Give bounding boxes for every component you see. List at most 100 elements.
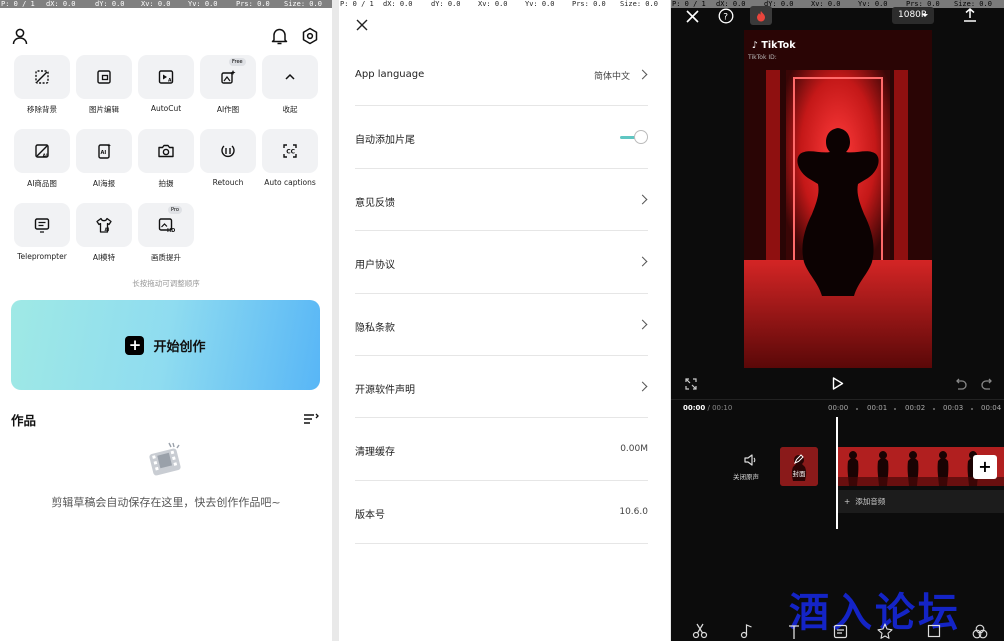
image-edit-icon bbox=[97, 70, 111, 84]
free-badge: Free bbox=[229, 58, 246, 66]
profile-icon[interactable] bbox=[10, 26, 30, 46]
chevron-right-icon bbox=[637, 381, 648, 392]
mute-original-audio-icon[interactable] bbox=[743, 452, 759, 468]
video-preview[interactable]: ♪ TikTok TikTok ID: bbox=[744, 30, 932, 368]
timeline-tick: 00:04 bbox=[981, 404, 1002, 412]
tool-retouch[interactable] bbox=[200, 129, 256, 173]
timeline-playhead[interactable] bbox=[836, 417, 838, 529]
camera-icon bbox=[158, 144, 174, 158]
effects-sparkle-icon[interactable] bbox=[876, 622, 894, 640]
svg-text:?: ? bbox=[723, 13, 728, 23]
plus-icon: + bbox=[844, 497, 851, 506]
timeline-dot bbox=[856, 408, 858, 410]
video-frame-silhouette bbox=[744, 30, 932, 368]
timeline-tick: 00:03 bbox=[943, 404, 964, 412]
timeline-dot bbox=[894, 408, 896, 410]
chevron-right-icon bbox=[637, 319, 648, 330]
tool-ai-image[interactable] bbox=[200, 55, 256, 99]
captions-icon: CC bbox=[283, 144, 297, 158]
close-editor-icon[interactable] bbox=[683, 7, 701, 25]
svg-text:AI: AI bbox=[101, 150, 107, 156]
help-icon[interactable]: ? bbox=[717, 7, 735, 25]
collapse-chevron-icon bbox=[285, 73, 295, 80]
timecode: 00:00 / 00:10 bbox=[683, 404, 733, 412]
tool-teleprompter[interactable] bbox=[14, 203, 70, 247]
add-audio-track[interactable]: + 添加音频 bbox=[838, 490, 1004, 513]
settings-screen: P: 0 / 1 dX: 0.0 dY: 0.0 Xv: 0.0 Yv: 0.0… bbox=[339, 0, 670, 641]
export-upload-icon[interactable] bbox=[961, 6, 979, 24]
chevron-right-icon bbox=[637, 69, 648, 80]
svg-text:CC: CC bbox=[286, 149, 295, 156]
sticker-icon[interactable] bbox=[831, 622, 849, 640]
ai-product-icon: AI bbox=[35, 144, 49, 159]
toggle-switch-knob[interactable] bbox=[634, 130, 648, 144]
reorder-hint: 长按拖动可调整顺序 bbox=[132, 279, 200, 288]
add-audio-label: 添加音频 bbox=[855, 497, 886, 506]
fire-effect-icon[interactable] bbox=[750, 6, 772, 25]
autocut-icon: AI bbox=[158, 70, 173, 84]
cover-thumbnail[interactable]: 封面 bbox=[780, 447, 818, 486]
svg-text:AI: AI bbox=[105, 227, 110, 232]
chevron-right-icon bbox=[637, 256, 648, 267]
undo-icon[interactable] bbox=[953, 376, 968, 391]
tool-ai-product[interactable]: AI bbox=[14, 129, 70, 173]
tool-label: Auto captions bbox=[264, 178, 316, 187]
tiktok-id-label: TikTok ID: bbox=[748, 54, 777, 61]
start-creating-label: 开始创作 bbox=[153, 339, 206, 355]
setting-row-open-source[interactable]: 开源软件声明 bbox=[355, 356, 648, 418]
tool-collapse[interactable] bbox=[262, 55, 318, 99]
empty-drafts-film-icon bbox=[142, 438, 188, 484]
chevron-right-icon bbox=[637, 194, 648, 205]
close-icon[interactable] bbox=[353, 16, 371, 34]
edit-pencil-icon bbox=[793, 453, 805, 465]
timeline-tick: 00:00 bbox=[828, 404, 849, 412]
erase-icon bbox=[35, 70, 49, 84]
add-clip-button[interactable]: + bbox=[973, 455, 997, 479]
setting-row-feedback[interactable]: 意见反馈 bbox=[355, 169, 648, 231]
tool-camera[interactable] bbox=[138, 129, 194, 173]
start-creating-button[interactable]: + 开始创作 bbox=[11, 300, 320, 390]
tool-auto-captions[interactable]: CC bbox=[262, 129, 318, 173]
sort-list-icon[interactable] bbox=[302, 410, 320, 428]
svg-text:HD: HD bbox=[167, 228, 175, 234]
home-screen: P: 0 / 1 dX: 0.0 dY: 0.0 Xv: 0.0 Yv: 0.0… bbox=[0, 0, 332, 641]
notification-bell-icon[interactable] bbox=[269, 26, 289, 46]
text-tool-icon[interactable] bbox=[785, 622, 803, 640]
setting-row-privacy[interactable]: 隐私条款 bbox=[355, 294, 648, 356]
resolution-dropdown[interactable]: 1080P bbox=[892, 7, 934, 24]
play-icon[interactable] bbox=[830, 375, 846, 391]
timeline-tick: 00:01 bbox=[867, 404, 888, 412]
tool-quality-enhance[interactable]: HD bbox=[138, 203, 194, 247]
setting-row-auto-ending: 自动添加片尾 bbox=[355, 106, 648, 169]
tool-ai-model[interactable]: AI bbox=[76, 203, 132, 247]
hd-icon: HD bbox=[158, 218, 175, 234]
tool-label: 收起 bbox=[282, 105, 298, 114]
tool-image-edit[interactable] bbox=[76, 55, 132, 99]
timeline-ruler: 00:00 / 00:10 00:00 00:01 00:02 00:03 00… bbox=[671, 399, 1004, 418]
filters-icon[interactable] bbox=[971, 622, 989, 640]
retouch-icon bbox=[221, 145, 235, 158]
tool-remove-background[interactable] bbox=[14, 55, 70, 99]
setting-row-clear-cache[interactable]: 清理缓存 0.00M bbox=[355, 418, 648, 481]
scissors-icon[interactable] bbox=[691, 622, 709, 640]
setting-row-app-language[interactable]: App language 简体中文 bbox=[355, 44, 648, 106]
ai-model-icon: AI bbox=[96, 217, 112, 233]
tool-label: 画质提升 bbox=[151, 253, 181, 262]
svg-text:AI: AI bbox=[168, 78, 173, 84]
touch-debug-overlay: P: 0 / 1 dX: 0.0 dY: 0.0 Xv: 0.0 Yv: 0.0… bbox=[339, 0, 670, 8]
tool-autocut[interactable]: AI bbox=[138, 55, 194, 99]
mute-original-audio-label[interactable]: 关闭原声 bbox=[733, 471, 759, 481]
timeline-dot bbox=[971, 408, 973, 410]
ai-poster-icon: AI bbox=[98, 143, 111, 159]
setting-row-user-agreement[interactable]: 用户协议 bbox=[355, 231, 648, 294]
fullscreen-icon[interactable] bbox=[683, 376, 698, 391]
works-section-title: 作品 bbox=[11, 413, 37, 428]
canvas-ratio-icon[interactable] bbox=[925, 622, 943, 640]
music-note-icon[interactable] bbox=[738, 622, 756, 640]
video-editor-screen: P: 0 / 1 dX: 0.0 dY: 0.0 Xv: 0.0 Yv: 0.0… bbox=[671, 0, 1004, 641]
svg-text:AI: AI bbox=[43, 153, 48, 159]
redo-icon[interactable] bbox=[980, 376, 995, 391]
settings-gear-icon[interactable] bbox=[300, 26, 320, 46]
timeline-dot bbox=[933, 408, 935, 410]
tool-ai-poster[interactable]: AI bbox=[76, 129, 132, 173]
